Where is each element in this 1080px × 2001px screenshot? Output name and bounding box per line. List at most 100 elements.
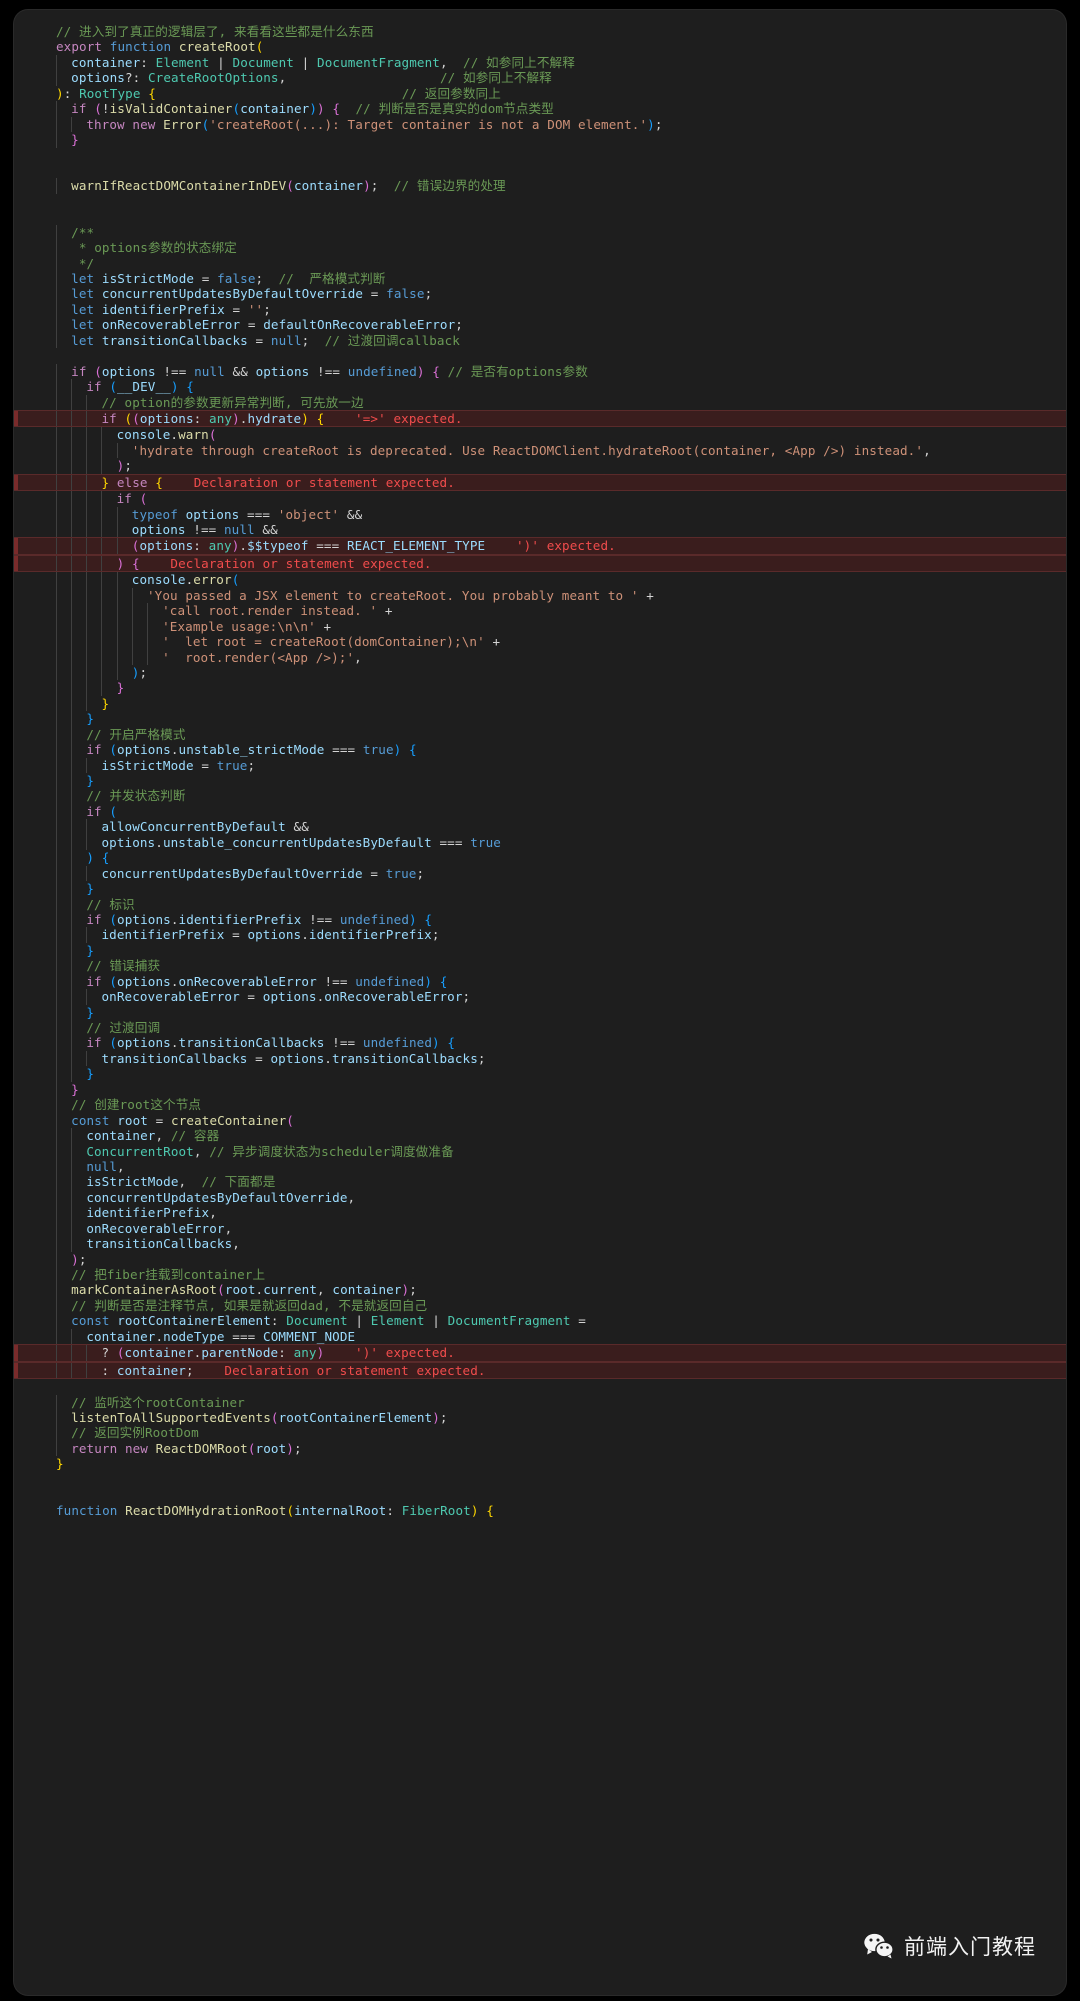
code-line[interactable]: let concurrentUpdatesByDefaultOverride =… bbox=[14, 286, 1066, 302]
code-line[interactable]: let identifierPrefix = ''; bbox=[14, 301, 1066, 318]
code-line[interactable]: // 过渡回调 bbox=[14, 1020, 1066, 1036]
code-line[interactable]: } bbox=[14, 881, 1066, 897]
code-line[interactable]: container.nodeType === COMMENT_NODE bbox=[14, 1328, 1066, 1345]
code-line[interactable]: concurrentUpdatesByDefaultOverride = tru… bbox=[14, 865, 1066, 882]
code-line[interactable]: if (options.onRecoverableError !== undef… bbox=[14, 973, 1066, 990]
code-line[interactable]: // 判断是否是注释节点, 如果是就返回dad, 不是就返回自己 bbox=[14, 1297, 1066, 1314]
code-line[interactable]: const root = createContainer( bbox=[14, 1112, 1066, 1129]
code-line[interactable]: isStrictMode, // 下面都是 bbox=[14, 1174, 1066, 1190]
code-line-error[interactable]: : container; Declaration or statement ex… bbox=[14, 1361, 1066, 1380]
code-line[interactable]: console.warn( bbox=[14, 427, 1066, 443]
code-line[interactable]: } bbox=[14, 1066, 1066, 1082]
code-line[interactable]: // 创建root这个节点 bbox=[14, 1097, 1066, 1113]
code-line[interactable]: identifierPrefix = options.identifierPre… bbox=[14, 927, 1066, 943]
code-line[interactable] bbox=[14, 348, 1066, 363]
code-line[interactable]: if (__DEV__) { bbox=[14, 379, 1066, 395]
code-line[interactable]: ' let root = createRoot(domContainer);\n… bbox=[14, 634, 1066, 650]
code-line[interactable]: */ bbox=[14, 255, 1066, 271]
code-line[interactable]: return new ReactDOMRoot(root); bbox=[14, 1440, 1066, 1457]
code-line-error[interactable]: if ((options: any).hydrate) { '=>' expec… bbox=[14, 409, 1066, 428]
code-line[interactable]: let transitionCallbacks = null; // 过渡回调c… bbox=[14, 332, 1066, 349]
code-line[interactable]: // 并发状态判断 bbox=[14, 788, 1066, 804]
code-line[interactable] bbox=[14, 1472, 1066, 1487]
code-line[interactable]: } bbox=[14, 680, 1066, 696]
code-line[interactable]: ); bbox=[14, 1251, 1066, 1267]
code-line[interactable] bbox=[14, 148, 1066, 163]
code-line[interactable]: // 开启严格模式 bbox=[14, 726, 1066, 743]
token-va: transitionCallbacks bbox=[331, 1050, 478, 1066]
code-line[interactable]: ): RootType { // 返回参数同上 bbox=[14, 86, 1066, 101]
code-line[interactable] bbox=[14, 1379, 1066, 1394]
code-line[interactable]: } bbox=[14, 1456, 1066, 1471]
code-line[interactable]: identifierPrefix, bbox=[14, 1205, 1066, 1221]
code-line[interactable]: if (!isValidContainer(container)) { // 判… bbox=[14, 101, 1066, 117]
code-block[interactable]: // 进入到了真正的逻辑层了, 来看看这些都是什么东西 export functi… bbox=[14, 10, 1066, 1518]
code-line[interactable]: console.error( bbox=[14, 572, 1066, 588]
code-line[interactable]: 'hydrate through createRoot is deprecate… bbox=[14, 442, 1066, 459]
code-line[interactable]: if ( bbox=[14, 491, 1066, 507]
code-line-error[interactable]: ) { Declaration or statement expected. bbox=[14, 554, 1066, 573]
code-line[interactable]: options.unstable_concurrentUpdatesByDefa… bbox=[14, 834, 1066, 851]
code-line[interactable]: container, // 容器 bbox=[14, 1128, 1066, 1144]
code-line[interactable]: options?: CreateRootOptions, // 如参同上不解释 bbox=[14, 70, 1066, 86]
code-line[interactable]: // 监听这个rootContainer bbox=[14, 1394, 1066, 1410]
code-line[interactable]: transitionCallbacks = options.transition… bbox=[14, 1050, 1066, 1067]
code-line[interactable]: listenToAllSupportedEvents(rootContainer… bbox=[14, 1409, 1066, 1426]
code-line[interactable]: markContainerAsRoot(root.current, contai… bbox=[14, 1282, 1066, 1298]
code-line-error[interactable]: } else { Declaration or statement expect… bbox=[14, 473, 1066, 492]
code-line[interactable]: onRecoverableError, bbox=[14, 1220, 1066, 1237]
code-line[interactable]: let onRecoverableError = defaultOnRecove… bbox=[14, 317, 1066, 333]
code-line[interactable]: const rootContainerElement: Document | E… bbox=[14, 1313, 1066, 1329]
code-line[interactable]: concurrentUpdatesByDefaultOverride, bbox=[14, 1189, 1066, 1206]
code-line[interactable]: 'You passed a JSX element to createRoot.… bbox=[14, 587, 1066, 604]
code-line[interactable]: } bbox=[14, 1004, 1066, 1020]
code-line-error[interactable]: ? (container.parentNode: any) ')' expect… bbox=[14, 1344, 1066, 1362]
code-line[interactable]: throw new Error('createRoot(...): Target… bbox=[14, 116, 1066, 133]
code-line[interactable]: 'call root.render instead. ' + bbox=[14, 603, 1066, 619]
code-line[interactable]: } bbox=[14, 132, 1066, 148]
code-line[interactable]: 'Example usage:\n\n' + bbox=[14, 618, 1066, 635]
code-line[interactable]: ConcurrentRoot, // 异步调度状态为scheduler调度做准备 bbox=[14, 1143, 1066, 1159]
code-line[interactable]: } bbox=[14, 942, 1066, 959]
code-line[interactable]: if (options.transitionCallbacks !== unde… bbox=[14, 1035, 1066, 1051]
code-line-error[interactable]: (options: any).$$typeof === REACT_ELEMEN… bbox=[14, 537, 1066, 555]
token-p3: } bbox=[86, 711, 94, 727]
code-line[interactable]: // 把fiber挂载到container上 bbox=[14, 1267, 1066, 1283]
code-line[interactable] bbox=[14, 209, 1066, 224]
code-line[interactable]: container: Element | Document | Document… bbox=[14, 54, 1066, 71]
code-line[interactable] bbox=[14, 163, 1066, 178]
code-line[interactable]: // option的参数更新异常判断, 可先放一边 bbox=[14, 394, 1066, 410]
code-line[interactable]: } bbox=[14, 695, 1066, 712]
indent-guide bbox=[116, 538, 118, 554]
code-line[interactable]: if (options.identifierPrefix !== undefin… bbox=[14, 911, 1066, 928]
code-line[interactable]: // 返回实例RootDom bbox=[14, 1425, 1066, 1441]
code-line[interactable]: isStrictMode = true; bbox=[14, 757, 1066, 773]
code-line[interactable]: } bbox=[14, 1081, 1066, 1098]
code-line[interactable]: /** bbox=[14, 224, 1066, 241]
code-line[interactable]: } bbox=[14, 711, 1066, 727]
code-line[interactable]: } bbox=[14, 773, 1066, 789]
code-line[interactable]: ); bbox=[14, 458, 1066, 474]
code-line[interactable] bbox=[14, 194, 1066, 209]
code-line[interactable]: ); bbox=[14, 664, 1066, 681]
code-line[interactable]: typeof options === 'object' && bbox=[14, 506, 1066, 522]
code-line[interactable]: ' root.render(<App />);', bbox=[14, 649, 1066, 665]
code-line[interactable]: transitionCallbacks, bbox=[14, 1236, 1066, 1252]
code-line[interactable]: // 标识 bbox=[14, 896, 1066, 912]
code-line[interactable]: null, bbox=[14, 1158, 1066, 1175]
code-line[interactable]: let isStrictMode = false; // 严格模式判断 bbox=[14, 271, 1066, 287]
code-line[interactable]: function ReactDOMHydrationRoot(internalR… bbox=[14, 1503, 1066, 1518]
code-line[interactable] bbox=[14, 1487, 1066, 1502]
code-line[interactable]: if (options.unstable_strictMode === true… bbox=[14, 742, 1066, 758]
code-line[interactable]: // 错误捕获 bbox=[14, 958, 1066, 974]
code-line[interactable]: warnIfReactDOMContainerInDEV(container);… bbox=[14, 178, 1066, 194]
code-line[interactable]: onRecoverableError = options.onRecoverab… bbox=[14, 989, 1066, 1005]
code-line[interactable]: * options参数的状态绑定 bbox=[14, 240, 1066, 256]
code-line[interactable]: // 进入到了真正的逻辑层了, 来看看这些都是什么东西 bbox=[14, 24, 1066, 39]
code-line[interactable]: if (options !== null && options !== unde… bbox=[14, 363, 1066, 380]
code-line[interactable]: if ( bbox=[14, 803, 1066, 820]
code-line[interactable]: options !== null && bbox=[14, 522, 1066, 538]
code-line[interactable]: ) { bbox=[14, 850, 1066, 866]
code-line[interactable]: allowConcurrentByDefault && bbox=[14, 819, 1066, 835]
code-line[interactable]: export function createRoot( bbox=[14, 39, 1066, 54]
